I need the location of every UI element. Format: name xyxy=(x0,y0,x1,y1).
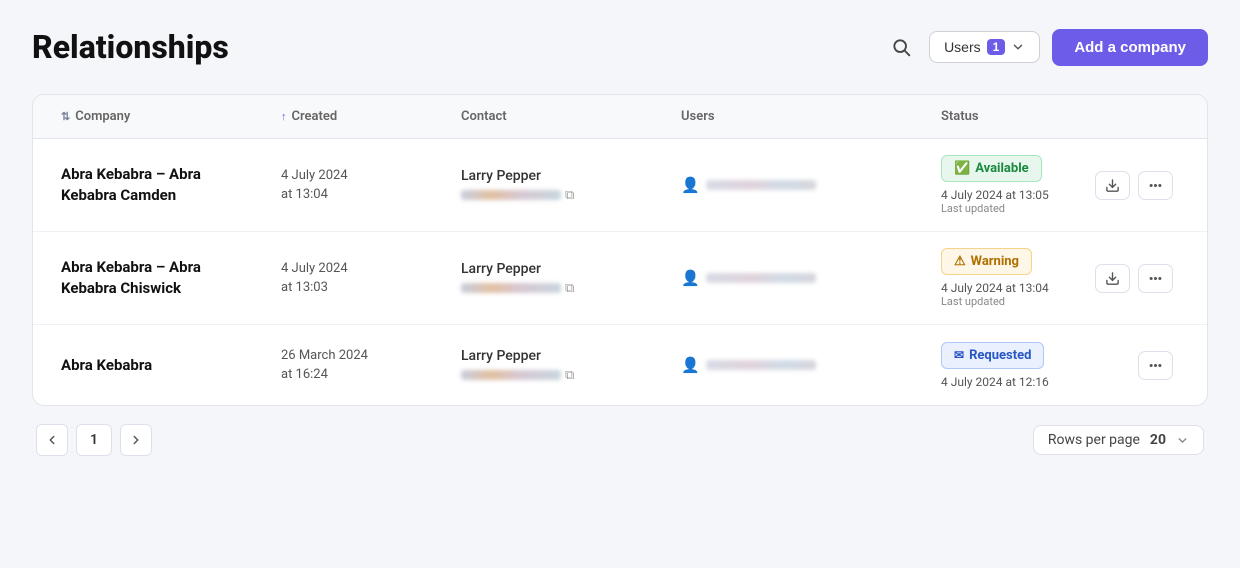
row-actions xyxy=(1095,171,1179,200)
column-header-created[interactable]: ↑ Created xyxy=(269,95,449,138)
rows-per-page-value: 20 xyxy=(1150,432,1166,448)
download-button[interactable] xyxy=(1095,171,1130,200)
status-cell: ✅ Available 4 July 2024 at 13:05 Last up… xyxy=(929,139,1191,231)
ellipsis-icon xyxy=(1148,271,1163,286)
pagination: 1 xyxy=(36,424,152,456)
created-cell: 26 March 2024 at 16:24 xyxy=(269,330,449,401)
company-cell: Abra Kebabra – Abra Kebabra Camden xyxy=(49,148,269,222)
blurred-user-bar xyxy=(706,180,816,190)
company-cell: Abra Kebabra – Abra Kebabra Chiswick xyxy=(49,241,269,315)
users-cell: 👤 xyxy=(669,160,929,210)
company-cell: Abra Kebabra xyxy=(49,339,269,392)
chevron-down-icon xyxy=(1176,434,1189,447)
check-circle-icon: ✅ xyxy=(954,161,970,176)
relationships-table: ⇅ Company ↑ Created Contact Users Status… xyxy=(32,94,1208,406)
users-cell: 👤 xyxy=(669,340,929,390)
search-button[interactable] xyxy=(885,31,917,63)
contact-cell: Larry Pepper ⧉ xyxy=(449,245,669,312)
blurred-user-bar xyxy=(706,360,816,370)
blurred-contact-bar xyxy=(461,283,561,293)
row-actions xyxy=(1095,264,1179,293)
download-button[interactable] xyxy=(1095,264,1130,293)
blurred-user-bar xyxy=(706,273,816,283)
contact-cell: Larry Pepper ⧉ xyxy=(449,332,669,399)
copy-icon[interactable]: ⧉ xyxy=(565,368,574,383)
blurred-contact-bar xyxy=(461,190,561,200)
column-header-users: Users xyxy=(669,95,929,138)
chevron-right-icon xyxy=(129,433,143,447)
created-cell: 4 July 2024 at 13:03 xyxy=(269,243,449,314)
column-header-contact: Contact xyxy=(449,95,669,138)
table-row: Abra Kebabra – Abra Kebabra Camden 4 Jul… xyxy=(33,139,1207,232)
footer: 1 Rows per page 20 xyxy=(32,424,1208,456)
table-row: Abra Kebabra 26 March 2024 at 16:24 Larr… xyxy=(33,325,1207,405)
more-options-button[interactable] xyxy=(1138,171,1173,200)
column-header-company[interactable]: ⇅ Company xyxy=(49,95,269,138)
status-cell: ✉ Requested 4 July 2024 at 12:16 xyxy=(929,326,1191,405)
current-page: 1 xyxy=(76,424,112,456)
download-icon xyxy=(1105,271,1120,286)
row-actions xyxy=(1138,351,1179,380)
rows-per-page-control[interactable]: Rows per page 20 xyxy=(1033,425,1204,455)
status-cell: ⚠ Warning 4 July 2024 at 13:04 Last upda… xyxy=(929,232,1191,324)
users-cell: 👤 xyxy=(669,253,929,303)
chevron-left-icon xyxy=(45,433,59,447)
prev-page-button[interactable] xyxy=(36,424,68,456)
blurred-contact-bar xyxy=(461,370,561,380)
page-title: Relationships xyxy=(32,28,229,66)
mail-icon: ✉ xyxy=(954,348,964,362)
filter-count-badge: 1 xyxy=(987,39,1006,55)
copy-icon[interactable]: ⧉ xyxy=(565,281,574,296)
status-badge: ✅ Available xyxy=(941,155,1042,182)
user-icon: 👤 xyxy=(681,269,700,287)
sort-both-icon: ⇅ xyxy=(61,110,70,123)
filter-label: Users xyxy=(944,39,981,55)
created-cell: 4 July 2024 at 13:04 xyxy=(269,150,449,221)
column-header-status: Status xyxy=(929,95,1191,138)
search-icon xyxy=(891,37,911,57)
ellipsis-icon xyxy=(1148,178,1163,193)
table-header: ⇅ Company ↑ Created Contact Users Status xyxy=(33,95,1207,139)
add-company-button[interactable]: Add a company xyxy=(1052,29,1208,66)
table-row: Abra Kebabra – Abra Kebabra Chiswick 4 J… xyxy=(33,232,1207,325)
users-filter-button[interactable]: Users 1 xyxy=(929,31,1040,63)
more-options-button[interactable] xyxy=(1138,264,1173,293)
status-badge: ✉ Requested xyxy=(941,342,1044,369)
warning-icon: ⚠ xyxy=(954,254,966,269)
user-icon: 👤 xyxy=(681,356,700,374)
rows-per-page-label: Rows per page xyxy=(1048,432,1140,448)
ellipsis-icon xyxy=(1148,358,1163,373)
contact-cell: Larry Pepper ⧉ xyxy=(449,152,669,219)
chevron-down-icon xyxy=(1011,40,1025,54)
download-icon xyxy=(1105,178,1120,193)
copy-icon[interactable]: ⧉ xyxy=(565,188,574,203)
sort-asc-icon: ↑ xyxy=(281,110,287,123)
more-options-button[interactable] xyxy=(1138,351,1173,380)
user-icon: 👤 xyxy=(681,176,700,194)
next-page-button[interactable] xyxy=(120,424,152,456)
status-badge: ⚠ Warning xyxy=(941,248,1032,275)
